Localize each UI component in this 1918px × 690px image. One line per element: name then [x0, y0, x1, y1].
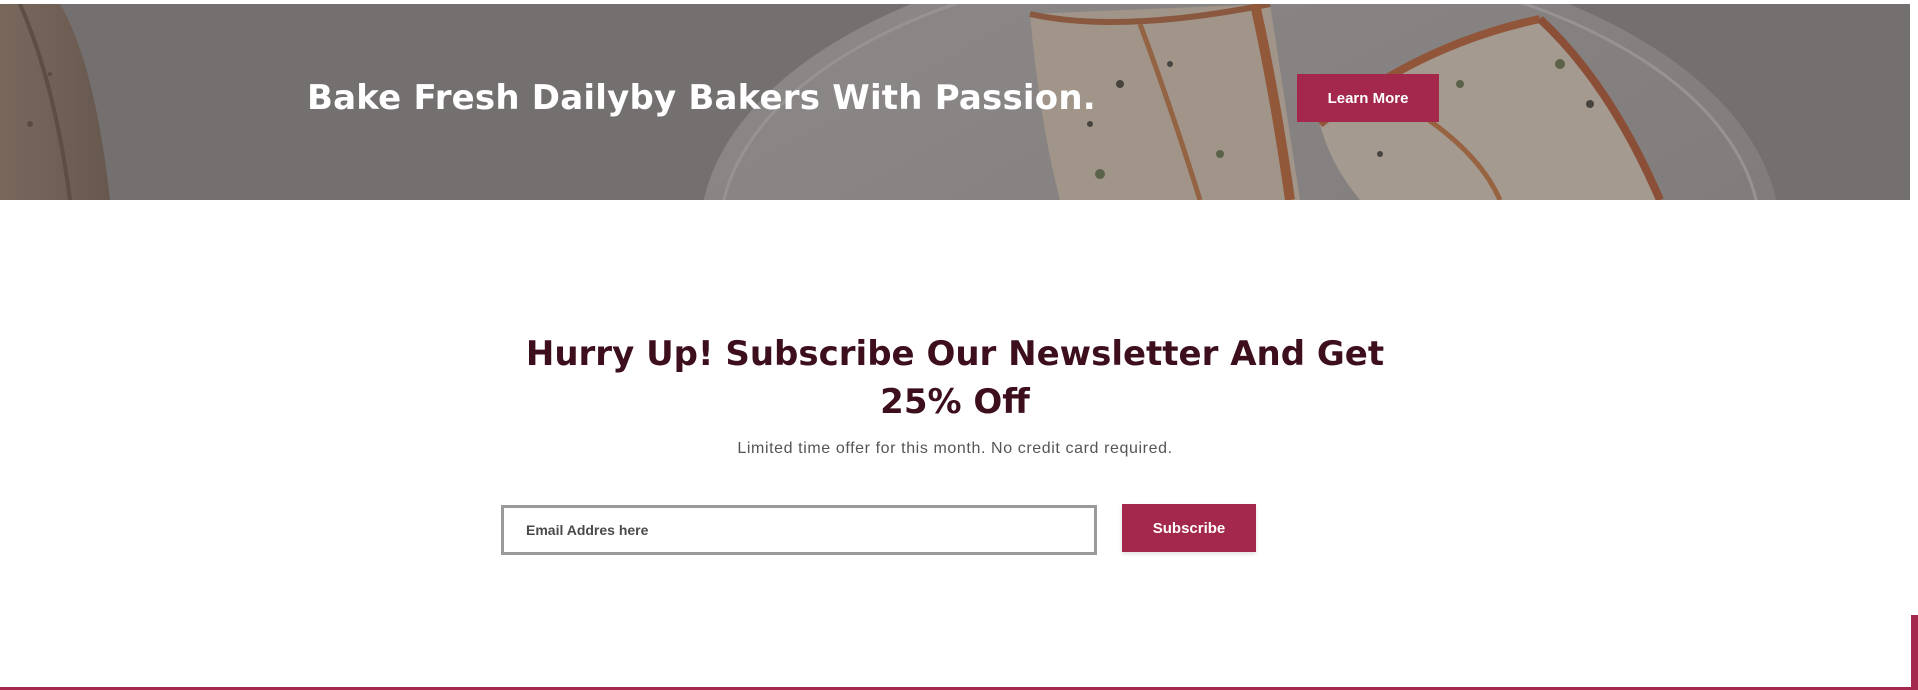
hero-title: Bake Fresh Dailyby Bakers With Passion. — [307, 78, 1096, 118]
learn-more-button[interactable]: Learn More — [1297, 74, 1439, 122]
page: Bake Fresh Dailyby Bakers With Passion. … — [0, 0, 1918, 690]
newsletter-subtitle: Limited time offer for this month. No cr… — [737, 440, 1173, 457]
scroll-to-top-tab[interactable] — [1911, 615, 1918, 690]
email-field[interactable] — [501, 505, 1097, 555]
newsletter-title: Hurry Up! Subscribe Our Newsletter And G… — [525, 334, 1385, 422]
hero-banner: Bake Fresh Dailyby Bakers With Passion. … — [0, 4, 1910, 200]
subscribe-button[interactable]: Subscribe — [1122, 504, 1256, 552]
